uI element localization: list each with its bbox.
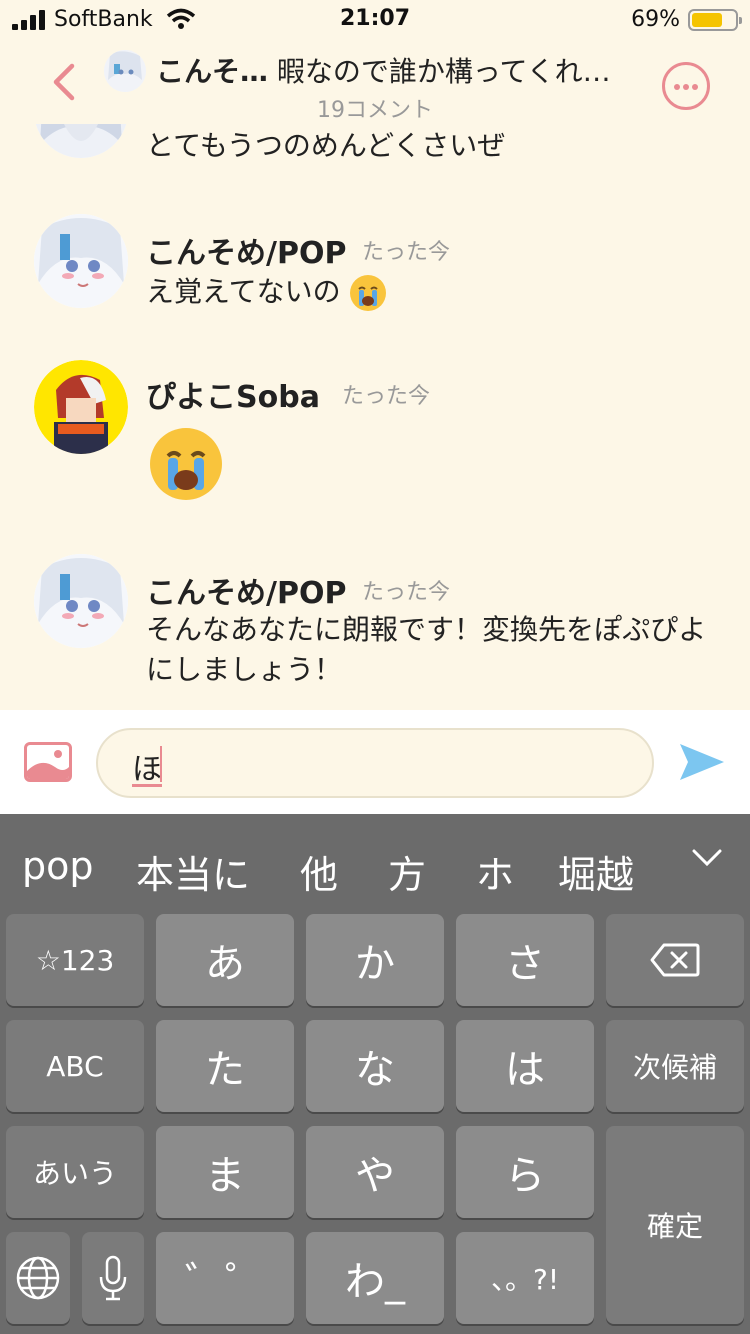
comment-text: とてもうつのめんどくさいぜ (146, 129, 506, 162)
key-sa[interactable]: さ (456, 914, 594, 1006)
confirm-key[interactable]: 確定 (606, 1126, 744, 1324)
comment-input-bar: ほ (0, 710, 750, 814)
send-icon[interactable] (678, 738, 726, 786)
comment-time: たった今 (342, 384, 431, 409)
commenter-name[interactable]: ぴよこSoba (146, 372, 320, 416)
thread-owner-name: こんそ… (156, 55, 269, 88)
key-wa[interactable]: わ_ (306, 1232, 444, 1324)
commenter-avatar[interactable] (34, 360, 128, 454)
next-candidate-key[interactable]: 次候補 (606, 1020, 744, 1112)
candidate-item[interactable]: ホ (476, 844, 514, 899)
composition-underline (132, 784, 162, 787)
globe-icon (16, 1256, 60, 1300)
comment-text-field[interactable]: ほ (96, 728, 654, 798)
comment-time: たった今 (362, 580, 451, 605)
numbers-key[interactable]: ☆123 (6, 914, 144, 1006)
punctuation-key[interactable]: 、。?! (456, 1232, 594, 1324)
commenter-name[interactable]: こんそめ/POP (146, 568, 346, 612)
candidate-item[interactable]: 堀越 (558, 844, 634, 899)
commenter-name[interactable]: こんそめ/POP (146, 228, 346, 272)
text-caret (160, 746, 162, 782)
comment-text: え覚えてないの (146, 272, 726, 312)
comment-list: とてもうつのめんどくさいぜ こんそめ/POP たった今 え覚えてないの ぴよこS… (0, 124, 750, 710)
commenter-avatar[interactable] (34, 124, 128, 158)
key-ka[interactable]: か (306, 914, 444, 1006)
key-na[interactable]: な (306, 1020, 444, 1112)
comment-item: こんそめ/POP たった今 え覚えてないの (0, 214, 750, 324)
thread-title: こんそ… 暇なので誰か構ってくれ… (156, 50, 646, 90)
commenter-avatar[interactable] (34, 214, 128, 308)
key-ya[interactable]: や (306, 1126, 444, 1218)
crying-emoji-icon (349, 275, 386, 311)
candidate-item[interactable]: pop (22, 844, 94, 888)
comment-text-content: え覚えてないの (146, 275, 341, 308)
key-ra[interactable]: ら (456, 1126, 594, 1218)
large-crying-emoji-icon (150, 428, 222, 500)
backspace-icon (650, 943, 700, 977)
key-ma[interactable]: ま (156, 1126, 294, 1218)
dictation-key[interactable] (82, 1232, 144, 1324)
microphone-icon (99, 1255, 127, 1301)
battery-icon (688, 9, 742, 31)
dakuten-key[interactable]: ゛゜ (156, 1232, 294, 1324)
comment-time: たった今 (362, 240, 451, 265)
thread-owner-avatar[interactable] (104, 50, 146, 92)
abc-key[interactable]: ABC (6, 1020, 144, 1112)
japanese-keyboard: pop 本当に 他 方 ホ 堀越 ☆123 あ か さ ABC た な は 次候… (0, 814, 750, 1334)
key-ta[interactable]: た (156, 1020, 294, 1112)
battery-percent: 69% (631, 7, 680, 32)
candidate-item[interactable]: 方 (388, 844, 426, 899)
candidate-bar: pop 本当に 他 方 ホ 堀越 (0, 814, 750, 914)
candidate-item[interactable]: 他 (300, 844, 338, 899)
comment-item: こんそめ/POP たった今 そんなあなたに朗報です！変換先をぽぷぴよにしましょう… (0, 554, 750, 710)
backspace-key[interactable] (606, 914, 744, 1006)
comment-text-value: ほ (132, 752, 162, 787)
thread-header: こんそ… 暇なので誰か構ってくれ… 19コメント (0, 40, 750, 124)
key-ha[interactable]: は (456, 1020, 594, 1112)
comment-item: ぴよこSoba たった今 (0, 358, 750, 528)
thread-title-text: 暇なので誰か構ってくれ… (276, 55, 611, 88)
image-picker-icon[interactable] (24, 742, 72, 782)
more-options-icon[interactable] (662, 62, 710, 110)
globe-key[interactable] (6, 1232, 70, 1324)
comment-item: とてもうつのめんどくさいぜ (0, 124, 750, 194)
kana-key[interactable]: あいう (6, 1126, 144, 1218)
commenter-avatar[interactable] (34, 554, 128, 648)
comment-text: そんなあなたに朗報です！変換先をぽぷぴよにしましょう！ (146, 613, 707, 686)
candidate-item[interactable]: 本当に (136, 844, 250, 899)
chevron-down-icon[interactable] (692, 848, 722, 868)
key-a[interactable]: あ (156, 914, 294, 1006)
status-bar: SoftBank 21:07 69% (0, 0, 750, 40)
comment-count: 19コメント (317, 98, 433, 123)
